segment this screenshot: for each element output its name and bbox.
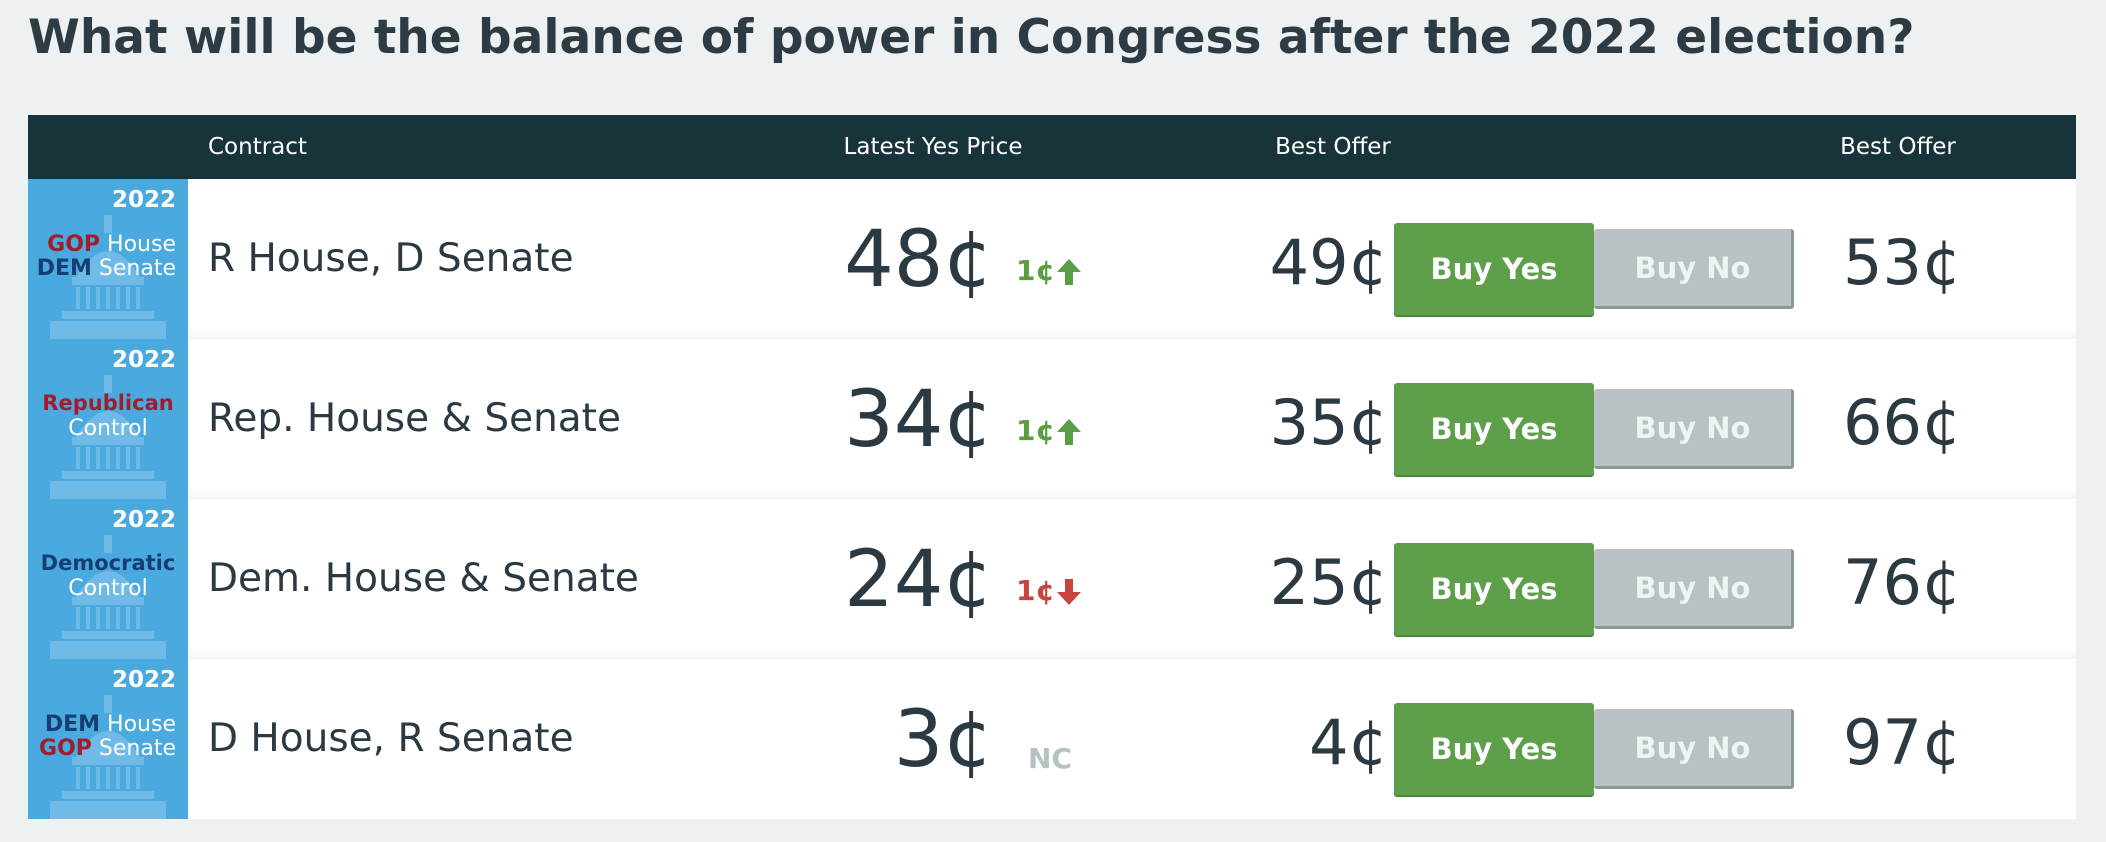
header-best-offer-no: Best Offer [1840, 134, 1956, 160]
thumb-year: 2022 [111, 187, 176, 213]
buy-yes-button[interactable]: Buy Yes [1394, 543, 1594, 635]
buy-no-button[interactable]: Buy No [1594, 549, 1794, 629]
thumb-party-republican: Republican [42, 391, 174, 415]
best-offer-yes: 25¢ [1269, 546, 1388, 619]
buy-no-button[interactable]: Buy No [1594, 709, 1794, 789]
best-offer-no: 76¢ [1843, 546, 1962, 619]
thumb-chamber-senate: Senate [98, 736, 176, 761]
price-change-value: NC [1028, 742, 1072, 775]
price-change: 1¢ [1016, 571, 1081, 611]
page-title: What will be the balance of power in Con… [28, 10, 1915, 65]
arrow-up-icon [1056, 419, 1081, 445]
thumb-line-2: Control [28, 577, 188, 601]
price-change: 1¢ [1016, 411, 1081, 451]
contract-name[interactable]: R House, D Senate [208, 179, 574, 339]
thumb-control: Control [68, 576, 148, 601]
thumb-year: 2022 [111, 507, 176, 533]
contract-name[interactable]: Dem. House & Senate [208, 499, 639, 659]
buy-yes-button[interactable]: Buy Yes [1394, 703, 1594, 795]
thumb-line-1: DEM House [28, 713, 176, 737]
thumb-chamber-senate: Senate [98, 256, 176, 281]
row-divider [188, 329, 2076, 339]
table-header: Contract Latest Yes Price Best Offer Bes… [28, 115, 2076, 179]
latest-yes-price: 3¢ [893, 695, 993, 785]
thumb-party-dem: DEM [44, 712, 101, 737]
buy-yes-button[interactable]: Buy Yes [1394, 223, 1594, 315]
thumb-year: 2022 [111, 347, 176, 373]
contract-thumbnail[interactable]: 2022 Democratic Control [28, 499, 188, 659]
buy-no-button[interactable]: Buy No [1594, 389, 1794, 469]
thumb-party-gop: GOP [47, 232, 101, 257]
header-contract: Contract [208, 134, 307, 160]
thumb-line-1: GOP House [28, 233, 176, 257]
price-change-value: 1¢ [1016, 414, 1055, 447]
thumb-line-1: Democratic [28, 551, 188, 576]
latest-yes-price: 24¢ [844, 535, 993, 625]
thumb-line-1: Republican [28, 391, 188, 416]
price-change-value: 1¢ [1016, 574, 1055, 607]
price-change: NC [1028, 739, 1072, 779]
arrow-down-icon [1056, 579, 1081, 605]
contract-name[interactable]: Rep. House & Senate [208, 339, 621, 499]
latest-yes-price: 48¢ [844, 215, 993, 305]
thumb-chamber-house: House [107, 232, 176, 257]
thumb-line-2: GOP Senate [28, 737, 176, 761]
thumb-year: 2022 [111, 667, 176, 693]
best-offer-no: 97¢ [1843, 706, 1962, 779]
contract-thumbnail[interactable]: 2022 GOP House DEM Senate [28, 179, 188, 339]
contract-row: 2022 Democratic Control Dem. House & Sen… [28, 499, 2076, 659]
contract-name[interactable]: D House, R Senate [208, 659, 574, 819]
header-latest-yes-price: Latest Yes Price [843, 134, 1023, 160]
row-divider [188, 489, 2076, 499]
buy-no-button[interactable]: Buy No [1594, 229, 1794, 309]
best-offer-yes: 49¢ [1269, 226, 1388, 299]
best-offer-yes: 4¢ [1309, 706, 1388, 779]
contract-thumbnail[interactable]: 2022 Republican Control [28, 339, 188, 499]
price-change-value: 1¢ [1016, 254, 1055, 287]
price-change: 1¢ [1016, 251, 1081, 291]
contract-row: 2022 GOP House DEM Senate R House, D Sen… [28, 179, 2076, 339]
thumb-party-democratic: Democratic [40, 551, 176, 575]
thumb-party-dem: DEM [36, 256, 92, 281]
thumb-line-2: DEM Senate [28, 257, 176, 281]
buy-yes-button[interactable]: Buy Yes [1394, 383, 1594, 475]
market-table: Contract Latest Yes Price Best Offer Bes… [28, 115, 2076, 819]
thumb-line-2: Control [28, 417, 188, 441]
latest-yes-price: 34¢ [844, 375, 993, 465]
best-offer-no: 66¢ [1843, 386, 1962, 459]
arrow-up-icon [1056, 259, 1081, 285]
contract-thumbnail[interactable]: 2022 DEM House GOP Senate [28, 659, 188, 819]
contract-row: 2022 DEM House GOP Senate D House, R Sen… [28, 659, 2076, 819]
thumb-party-gop: GOP [39, 736, 92, 761]
header-best-offer-yes: Best Offer [1275, 134, 1391, 160]
row-divider [188, 649, 2076, 659]
thumb-control: Control [68, 416, 148, 441]
thumb-chamber-house: House [107, 712, 176, 737]
best-offer-no: 53¢ [1843, 226, 1962, 299]
best-offer-yes: 35¢ [1269, 386, 1388, 459]
contract-row: 2022 Republican Control Rep. House & Sen… [28, 339, 2076, 499]
